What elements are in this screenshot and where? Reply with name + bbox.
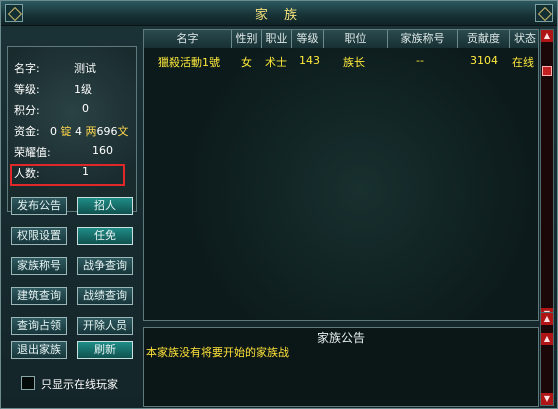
scroll-down-arrow-icon[interactable]: ▼	[541, 393, 553, 405]
unit-wen: 文	[117, 125, 129, 138]
member-title: --	[416, 54, 424, 67]
column-header[interactable]: 性别	[232, 30, 262, 48]
member-contribution: 3104	[470, 54, 498, 67]
left-panel: 名字: 测试 等级: 1级 积分: 0 资金: 0 锭 4 两696文 荣耀值:…	[5, 30, 139, 406]
family-title-button[interactable]: 家族称号	[11, 257, 67, 275]
info-funds-row: 资金: 0 锭 4 两696文	[14, 123, 129, 139]
notice-scrollbar[interactable]: ▲ ▲ ▼	[540, 312, 554, 406]
notice-text: 本家族没有将要开始的家族战	[146, 346, 289, 359]
member-table: 名字 性别 职业 等级 职位 家族称号 贡献度 状态 獵殺活動1號 女 术士 1…	[143, 29, 539, 321]
family-name-value: 测试	[74, 62, 96, 75]
battle-record-button[interactable]: 战绩查询	[77, 287, 133, 305]
honor-highlight-box	[10, 164, 125, 186]
funds-liang: 4	[75, 125, 82, 138]
territory-query-button[interactable]: 查询占领	[11, 317, 67, 335]
info-label: 资金:	[14, 125, 40, 138]
building-query-button[interactable]: 建筑查询	[11, 287, 67, 305]
info-label: 等级:	[14, 83, 40, 96]
column-header[interactable]: 贡献度	[458, 30, 510, 48]
war-query-button[interactable]: 战争查询	[77, 257, 133, 275]
member-status: 在线	[512, 56, 534, 69]
column-header[interactable]: 职业	[262, 30, 292, 48]
family-info-box: 名字: 测试 等级: 1级 积分: 0 资金: 0 锭 4 两696文 荣耀值:…	[7, 46, 137, 212]
column-header[interactable]: 职位	[324, 30, 388, 48]
family-window: 家 族 名字: 测试 等级: 1级 积分: 0 资金: 0 锭 4 两696文 …	[0, 0, 558, 409]
scroll-up-arrow-icon[interactable]: ▲	[541, 313, 553, 325]
member-class: 术士	[265, 56, 287, 69]
family-points-value: 0	[82, 102, 89, 115]
family-level-value: 1级	[74, 83, 92, 96]
funds-wen: 696	[96, 125, 118, 138]
window-ornament-icon	[535, 4, 553, 22]
appoint-button[interactable]: 任免	[77, 227, 133, 245]
member-level: 143	[299, 54, 320, 67]
kick-member-button[interactable]: 开除人员	[77, 317, 133, 335]
member-gender: 女	[241, 56, 252, 69]
permissions-button[interactable]: 权限设置	[11, 227, 67, 245]
scroll-up-arrow-icon[interactable]: ▲	[541, 333, 553, 345]
column-header[interactable]: 等级	[292, 30, 324, 48]
info-name-row: 名字: 测试	[14, 60, 96, 76]
column-header[interactable]: 名字	[144, 30, 232, 48]
member-position: 族长	[343, 56, 365, 69]
info-points-row: 积分: 0	[14, 102, 89, 118]
recruit-button[interactable]: 招人	[77, 197, 133, 215]
refresh-button[interactable]: 刷新	[77, 341, 133, 359]
scroll-thumb[interactable]	[542, 66, 552, 76]
info-label: 荣耀值:	[14, 146, 51, 159]
unit-liang: 两	[85, 125, 97, 138]
funds-value: 0 锭 4 两696文	[50, 123, 129, 139]
scroll-up-arrow-icon[interactable]: ▲	[541, 30, 553, 42]
family-notice-panel: 家族公告 本家族没有将要开始的家族战	[143, 327, 539, 407]
title-bar: 家 族	[1, 1, 557, 26]
column-header[interactable]: 状态	[510, 30, 538, 48]
window-title: 家 族	[254, 8, 304, 23]
member-name: 獵殺活動1號	[158, 56, 220, 69]
info-honor-row: 荣耀值: 160	[14, 144, 113, 160]
info-level-row: 等级: 1级	[14, 81, 92, 97]
info-label: 积分:	[14, 104, 40, 117]
table-scrollbar[interactable]: ▲ ▼	[540, 29, 554, 321]
online-only-label: 只显示在线玩家	[41, 378, 118, 391]
post-notice-button[interactable]: 发布公告	[11, 197, 67, 215]
info-label: 名字:	[14, 62, 40, 75]
online-only-checkbox[interactable]	[21, 376, 35, 390]
unit-ding: 锭	[60, 125, 72, 138]
honor-value: 160	[92, 144, 113, 157]
funds-ding: 0	[50, 125, 57, 138]
leave-family-button[interactable]: 退出家族	[11, 341, 67, 359]
column-header[interactable]: 家族称号	[388, 30, 458, 48]
